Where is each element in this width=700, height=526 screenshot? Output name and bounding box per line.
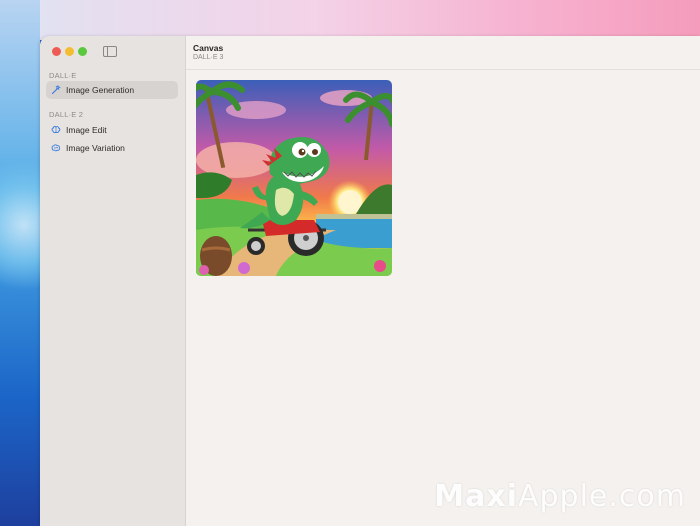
sidebar: DALL·E Image Generation DALL·E 2 Image E… [40,36,186,526]
page-title: Canvas [193,43,224,53]
generated-image[interactable] [196,80,392,276]
app-window: DALL·E Image Generation DALL·E 2 Image E… [40,36,700,526]
minimize-window-button[interactable] [65,47,74,56]
sidebar-item-image-variation[interactable]: Image Variation [46,139,178,157]
watermark-rest: Apple.com [517,479,686,514]
watermark-text: MaxiApple.com [434,479,686,514]
sidebar-item-label: Image Generation [66,85,135,95]
sidebar-item-label: Image Edit [66,125,107,135]
brain-icon [51,125,61,135]
desktop-wallpaper-top [0,0,700,40]
canvas-area: Canvas DALL·E 3 [186,36,700,526]
sidebar-toggle-icon[interactable] [103,46,117,57]
zoom-window-button[interactable] [78,47,87,56]
desktop-wallpaper-left [0,0,60,526]
close-window-button[interactable] [52,47,61,56]
sidebar-item-image-edit[interactable]: Image Edit [46,121,178,139]
toolbar: Canvas DALL·E 3 [186,36,700,70]
wand-icon [51,85,61,95]
variation-icon [51,143,61,153]
sidebar-item-label: Image Variation [66,143,125,153]
sidebar-item-image-generation[interactable]: Image Generation [46,81,178,99]
section-label-dalle-2: DALL·E 2 [49,110,84,119]
section-label-dalle: DALL·E [49,71,77,80]
page-subtitle: DALL·E 3 [193,54,224,61]
watermark-bold: Maxi [434,479,518,514]
